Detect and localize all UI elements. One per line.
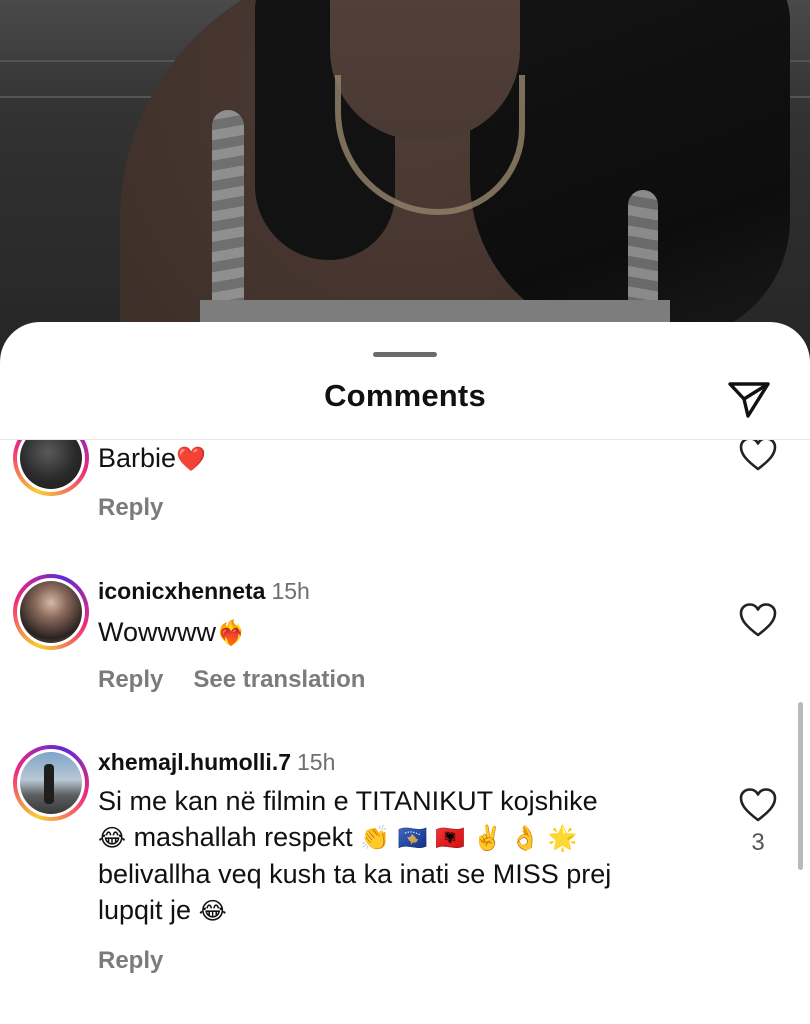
like-button[interactable] (738, 440, 778, 472)
comments-sheet: Comments Barbie❤️ Reply iconicxhenneta 1… (0, 322, 810, 1024)
comment-text: Si me kan në filmin e TITANIKUT kojshike… (98, 783, 698, 929)
user-avatar-icon (20, 581, 82, 643)
see-translation-button[interactable]: See translation (193, 666, 365, 693)
user-avatar-icon (20, 440, 82, 489)
like-button[interactable] (738, 602, 778, 638)
like-button[interactable] (738, 787, 778, 823)
comment-username[interactable]: iconicxhenneta (98, 578, 265, 604)
user-avatar-icon (20, 752, 82, 814)
avatar[interactable] (13, 440, 89, 496)
comment-line-text: mashallah respekt (133, 822, 353, 852)
laughing-emoji: 😂 (198, 897, 227, 925)
red-heart-emoji: ❤️ (176, 445, 206, 473)
like-count: 3 (751, 829, 765, 856)
avatar[interactable] (13, 574, 89, 650)
comment-text-body: Barbie (98, 443, 177, 473)
share-button[interactable] (726, 378, 772, 420)
emoji-sequence: 👏 🇽🇰 🇦🇱 ✌️ 👌 🌟 (360, 824, 578, 852)
comment-line: Si me kan në filmin e TITANIKUT kojshike (98, 786, 598, 816)
comment-username-row: xhemajl.humolli.7 15h (98, 749, 335, 776)
comment-line: lupqit je 😂 (98, 892, 698, 929)
comment-line: 😂 mashallah respekt 👏 🇽🇰 🇦🇱 ✌️ 👌 🌟 (98, 819, 698, 856)
comment-line: belivallha veq kush ta ka inati se MISS … (98, 859, 612, 889)
comment-line-text: lupqit je (98, 895, 192, 925)
heart-icon (739, 603, 777, 637)
comment-actions: Reply See translation (98, 666, 365, 694)
post-photo-background (0, 0, 810, 360)
comment-text: Barbie❤️ (98, 440, 698, 477)
heart-icon (739, 788, 777, 822)
scrollbar[interactable] (798, 702, 803, 870)
comment-timestamp: 15h (271, 578, 310, 604)
comment-username-row: iconicxhenneta 15h (98, 578, 310, 605)
avatar[interactable] (13, 745, 89, 821)
comment-actions: Reply (98, 494, 163, 522)
laughing-emoji: 😂 (98, 824, 127, 852)
heart-on-fire-emoji: ❤️‍🔥 (216, 619, 246, 647)
comment-timestamp: 15h (297, 749, 336, 775)
comments-list[interactable]: Barbie❤️ Reply iconicxhenneta 15h Wowwww❤… (0, 440, 810, 1024)
reply-button[interactable]: Reply (98, 947, 163, 974)
comment-actions: Reply (98, 947, 163, 975)
comment-text: Wowwww❤️‍🔥 (98, 614, 698, 651)
sheet-drag-handle[interactable] (373, 352, 437, 357)
reply-button[interactable]: Reply (98, 666, 163, 693)
comment-text-body: Wowwww (98, 617, 217, 647)
reply-button[interactable]: Reply (98, 494, 163, 521)
comment-username[interactable]: xhemajl.humolli.7 (98, 749, 291, 775)
heart-icon (739, 440, 777, 471)
paper-plane-icon (728, 382, 770, 418)
sheet-title: Comments (324, 378, 486, 413)
